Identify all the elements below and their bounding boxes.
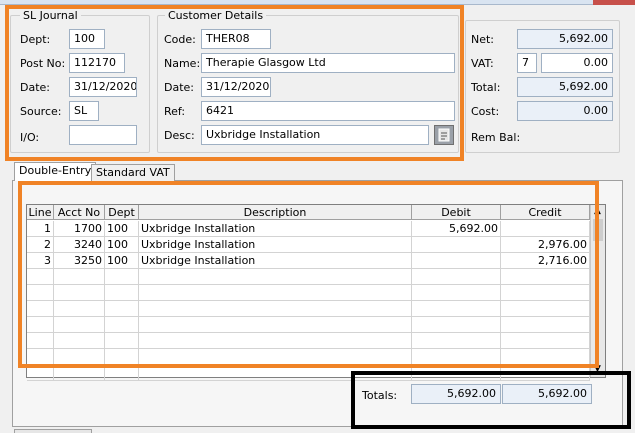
tab-standard-vat[interactable]: Standard VAT [91, 164, 175, 181]
rem-bal-label: Rem Bal: [471, 131, 521, 144]
net-label: Net: [471, 33, 495, 46]
cost-field: 0.00 [517, 101, 613, 121]
window-close-button[interactable] [593, 0, 635, 5]
net-field: 5,692.00 [517, 29, 613, 49]
tab-double-entry[interactable]: Double-Entry [14, 162, 97, 181]
vat-amount-field[interactable]: 0.00 [541, 53, 613, 73]
cost-label: Cost: [471, 105, 500, 118]
vat-code-field[interactable]: 7 [517, 53, 537, 73]
total-label: Total: [471, 81, 501, 94]
highlight-header-box [5, 5, 464, 161]
bottom-button[interactable] [14, 429, 92, 433]
highlight-totals-box [351, 371, 631, 429]
highlight-grid-box [18, 181, 599, 368]
vat-label: VAT: [471, 57, 494, 70]
total-field: 5,692.00 [517, 77, 613, 97]
